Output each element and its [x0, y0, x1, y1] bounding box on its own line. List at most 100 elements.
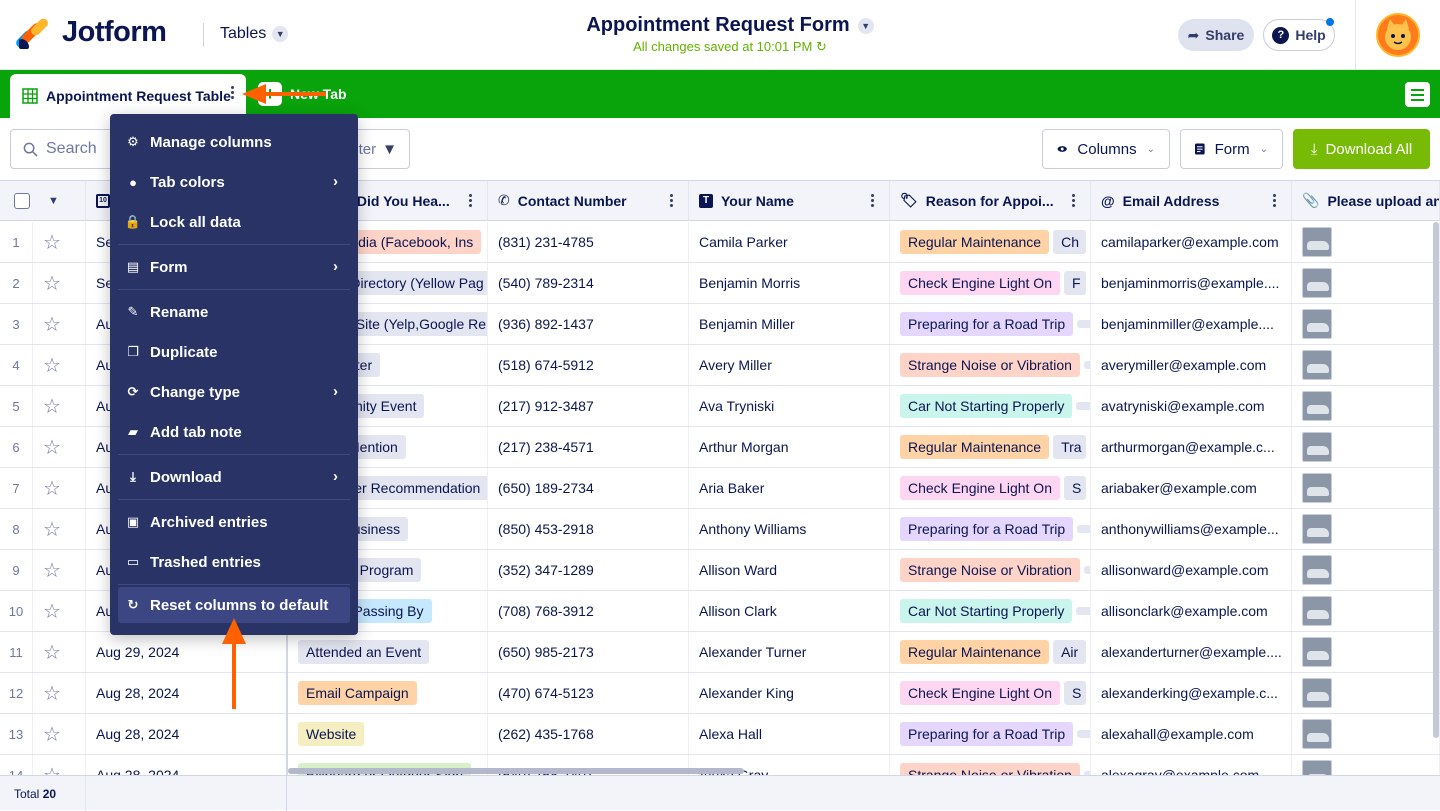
- menu-item-rename[interactable]: ✎ Rename: [110, 292, 358, 332]
- columns-label: Columns: [1077, 140, 1137, 158]
- car-image-icon: [1302, 678, 1332, 708]
- column-kebab-icon[interactable]: [469, 194, 473, 209]
- hamburger-menu-icon[interactable]: [1405, 82, 1430, 107]
- header-label: Contact Number: [517, 192, 627, 209]
- upload-thumbnail[interactable]: [1292, 304, 1440, 344]
- upload-thumbnail[interactable]: [1292, 550, 1440, 590]
- star-icon[interactable]: ☆: [33, 714, 86, 754]
- menu-item-manage-columns[interactable]: ⚙ Manage columns: [110, 122, 358, 162]
- source-cell: Website: [288, 714, 488, 754]
- upload-thumbnail[interactable]: [1292, 263, 1440, 303]
- upload-thumbnail[interactable]: [1292, 468, 1440, 508]
- phone-cell: (470) 674-5123: [488, 673, 689, 713]
- chevron-right-icon: ›: [333, 173, 338, 190]
- upload-thumbnail[interactable]: [1292, 673, 1440, 713]
- menu-item-label: Tab colors: [150, 173, 225, 191]
- tab-appointment-request-table[interactable]: Appointment Request Table: [10, 74, 246, 118]
- column-kebab-icon[interactable]: [871, 194, 875, 209]
- upload-thumbnail[interactable]: [1292, 345, 1440, 385]
- menu-item-add-tab-note[interactable]: ▰ Add tab note: [110, 412, 358, 452]
- email-cell: benjaminmorris@example....: [1091, 263, 1292, 303]
- chevron-down-icon[interactable]: ▼: [48, 195, 59, 207]
- tab-options-kebab-icon[interactable]: [228, 84, 236, 102]
- phone-cell: (650) 189-2734: [488, 468, 689, 508]
- upload-thumbnail[interactable]: [1292, 427, 1440, 467]
- source-cell: Email Campaign: [288, 673, 488, 713]
- star-icon[interactable]: ☆: [33, 673, 86, 713]
- tables-switcher-label: Tables: [220, 25, 267, 42]
- tables-switcher[interactable]: Tables ▼: [220, 25, 289, 43]
- menu-item-lock-all-data[interactable]: 🔒 Lock all data: [110, 202, 358, 242]
- star-icon[interactable]: ☆: [33, 632, 86, 672]
- header-upload[interactable]: 📎 Please upload an i: [1292, 181, 1440, 221]
- header-label: Please upload an i: [1327, 192, 1440, 209]
- menu-item-label: Change type: [150, 383, 241, 401]
- columns-button[interactable]: Columns ⌄: [1042, 129, 1170, 169]
- menu-item-trashed-entries[interactable]: ▭ Trashed entries: [110, 542, 358, 582]
- header-contact-number[interactable]: ✆ Contact Number: [488, 181, 689, 221]
- tag-icon: 🏷: [900, 192, 918, 208]
- reason-tag-secondary: Air: [1053, 640, 1086, 664]
- reason-tag-secondary: [1077, 525, 1090, 533]
- menu-item-change-type[interactable]: ⟳ Change type ›: [110, 372, 358, 412]
- upload-thumbnail[interactable]: [1292, 714, 1440, 754]
- table-row[interactable]: 13 ☆ Aug 28, 2024 Website (262) 435-1768 Alex…: [0, 714, 1440, 755]
- header-reason[interactable]: 🏷 Reason for Appoi...: [890, 181, 1091, 221]
- column-kebab-icon[interactable]: [1273, 194, 1277, 209]
- vertical-scrollbar[interactable]: [1433, 222, 1439, 738]
- source-tag: Attended an Event: [298, 640, 430, 664]
- avatar[interactable]: [1376, 13, 1420, 57]
- menu-item-form[interactable]: ▤ Form ›: [110, 247, 358, 287]
- menu-item-download[interactable]: ⤓ Download ›: [110, 457, 358, 497]
- upload-thumbnail[interactable]: [1292, 755, 1440, 775]
- table-row[interactable]: 11 ☆ Aug 29, 2024 Attended an Event (650) 98…: [0, 632, 1440, 673]
- phone-cell: (217) 238-4571: [488, 427, 689, 467]
- avatar-face-icon: [1385, 19, 1411, 50]
- form-title[interactable]: Appointment Request Form ▼: [586, 14, 874, 37]
- star-icon[interactable]: ☆: [33, 509, 86, 549]
- star-icon[interactable]: ☆: [33, 386, 86, 426]
- email-cell: anthonywilliams@example...: [1091, 509, 1292, 549]
- star-icon[interactable]: ☆: [33, 468, 86, 508]
- star-icon[interactable]: ☆: [33, 427, 86, 467]
- tab-context-menu: ⚙ Manage columns ● Tab colors › 🔒 Lock all dat…: [110, 114, 358, 635]
- star-icon[interactable]: ☆: [33, 345, 86, 385]
- tab-bar: Appointment Request Table + New Tab: [0, 70, 1440, 118]
- phone-cell: (708) 768-3912: [488, 591, 689, 631]
- upload-thumbnail[interactable]: [1292, 386, 1440, 426]
- droplet-icon: ●: [129, 174, 137, 190]
- star-icon[interactable]: ☆: [33, 304, 86, 344]
- menu-item-archived-entries[interactable]: ▣ Archived entries: [110, 502, 358, 542]
- table-grid-icon: [22, 88, 38, 104]
- upload-thumbnail[interactable]: [1292, 509, 1440, 549]
- star-icon[interactable]: ☆: [33, 550, 86, 590]
- share-button[interactable]: ➦ Share: [1178, 19, 1254, 51]
- reason-tag-secondary: Ch: [1053, 230, 1086, 254]
- form-button[interactable]: Form ⌄: [1180, 129, 1283, 169]
- horizontal-scrollbar[interactable]: [288, 768, 744, 774]
- column-kebab-icon[interactable]: [670, 194, 674, 209]
- star-icon[interactable]: ☆: [33, 591, 86, 631]
- search-input[interactable]: Search: [10, 129, 115, 169]
- star-icon[interactable]: ☆: [33, 222, 86, 262]
- select-all-checkbox[interactable]: [14, 192, 30, 209]
- header-your-name[interactable]: T Your Name: [689, 181, 890, 221]
- menu-item-tab-colors[interactable]: ● Tab colors ›: [110, 162, 358, 202]
- reason-cell: Check Engine Light On S: [890, 673, 1091, 713]
- upload-thumbnail[interactable]: [1292, 591, 1440, 631]
- star-icon[interactable]: ☆: [33, 755, 86, 775]
- menu-item-label: Trashed entries: [150, 553, 261, 571]
- help-button[interactable]: ? Help: [1263, 19, 1335, 51]
- reason-tag: Preparing for a Road Trip: [900, 312, 1074, 336]
- star-icon[interactable]: ☆: [33, 263, 86, 303]
- menu-item-duplicate[interactable]: ❐ Duplicate: [110, 332, 358, 372]
- share-label: Share: [1205, 27, 1245, 43]
- table-row[interactable]: 12 ☆ Aug 28, 2024 Email Campaign (470) 674-5…: [0, 673, 1440, 714]
- upload-thumbnail[interactable]: [1292, 222, 1440, 262]
- download-all-button[interactable]: ⤓ Download All: [1293, 129, 1430, 169]
- trash-icon: ▭: [126, 554, 140, 569]
- jotform-logo[interactable]: Jotform: [14, 16, 167, 49]
- upload-thumbnail[interactable]: [1292, 632, 1440, 672]
- header-email[interactable]: @ Email Address: [1091, 181, 1292, 221]
- column-kebab-icon[interactable]: [1072, 194, 1076, 209]
